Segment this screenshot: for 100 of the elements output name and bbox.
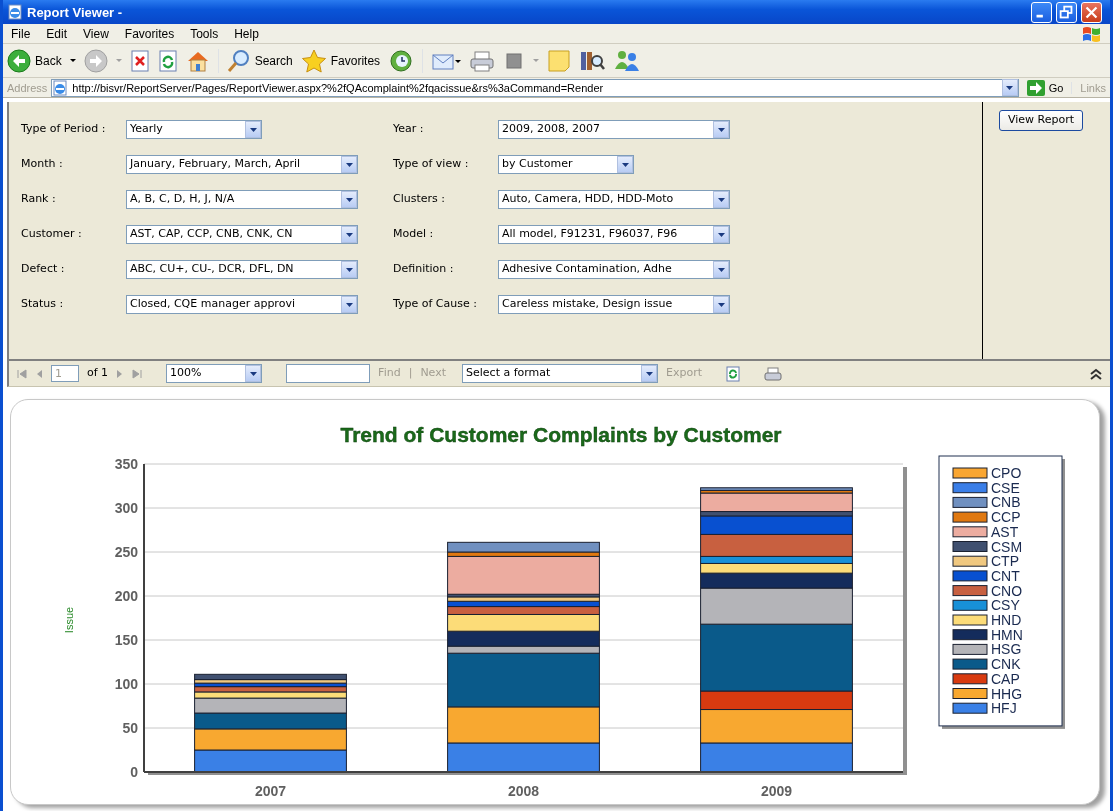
dropdown-field[interactable]: Closed, CQE manager approvi: [126, 295, 358, 314]
go-arrow-icon: [1026, 79, 1045, 96]
axis-label: 150: [114, 632, 138, 648]
legend-label: HSG: [991, 641, 1022, 658]
caret-icon[interactable]: [249, 371, 257, 376]
axis-label: 200: [114, 588, 138, 604]
axis-label: 2009: [760, 783, 793, 799]
legend-label: CPO: [991, 465, 1022, 481]
caret-icon[interactable]: [345, 232, 353, 237]
legend-label: CAP: [991, 670, 1020, 687]
legend-label: CSE: [991, 479, 1020, 496]
caret-icon[interactable]: [69, 59, 76, 62]
address-label: Address: [7, 81, 48, 94]
parameter-label: Type of Cause :: [393, 296, 478, 313]
legend-label: CSM: [991, 538, 1023, 555]
search-button[interactable]: Search: [217, 48, 293, 73]
chart-title: Trend of Customer Complaints by Customer: [340, 423, 782, 446]
page-icon: [52, 79, 69, 96]
caret-icon[interactable]: [345, 302, 353, 307]
printer-icon[interactable]: [469, 49, 496, 72]
menu-item[interactable]: Edit: [46, 26, 68, 41]
legend-label: CCP: [991, 509, 1021, 526]
menu-item[interactable]: File: [11, 26, 31, 41]
dropdown-field[interactable]: Yearly: [126, 120, 262, 139]
dropdown-field[interactable]: January, February, March, April: [126, 155, 358, 174]
parameter-label: Defect :: [21, 261, 66, 278]
search-icon: [226, 48, 251, 73]
refresh-icon[interactable]: [726, 365, 741, 382]
axis-label: 350: [114, 456, 138, 472]
find-field[interactable]: [286, 364, 371, 383]
caret-icon[interactable]: [717, 232, 725, 237]
legend-label: HND: [991, 612, 1022, 628]
windows-logo-icon: [1080, 24, 1102, 43]
dropdown-field[interactable]: ABC, CU+, CU-, DCR, DFL, DN: [126, 260, 358, 279]
caret-icon[interactable]: [717, 127, 725, 132]
legend-label: CNO: [991, 582, 1023, 599]
go-button[interactable]: Go: [1022, 79, 1068, 96]
browser-icon: [7, 4, 23, 20]
people-icon[interactable]: [613, 48, 642, 73]
legend-label: CSY: [991, 597, 1020, 614]
caret-icon[interactable]: [345, 197, 353, 202]
dropdown-field[interactable]: All model, F91231, F96037, F96: [498, 225, 730, 244]
menu-item[interactable]: Favorites: [124, 26, 175, 41]
caret-icon[interactable]: [345, 162, 353, 167]
menu-item[interactable]: Help: [234, 26, 259, 41]
legend-label: AST: [991, 523, 1019, 540]
dropdown-field[interactable]: A, B, C, D, H, J, N/A: [126, 190, 358, 209]
axis-label: 2008: [507, 783, 540, 799]
favorites-button[interactable]: Favorites: [300, 48, 381, 73]
legend-label: CTP: [991, 553, 1019, 570]
legend-label: HMN: [991, 626, 1023, 643]
menu-item[interactable]: Tools: [190, 26, 219, 41]
parameter-label: Type of view :: [393, 156, 470, 173]
menu-item[interactable]: View: [83, 26, 109, 41]
caret-icon[interactable]: [717, 302, 725, 307]
collapse-icon[interactable]: [1090, 367, 1102, 380]
parameter-label: Type of Period :: [21, 121, 107, 138]
caret-icon[interactable]: [621, 162, 629, 167]
parameter-label: Month :: [21, 156, 64, 173]
caret-icon[interactable]: [717, 197, 725, 202]
legend-label: HFJ: [991, 700, 1017, 717]
dropdown-field[interactable]: Adhesive Contamination, Adhe: [498, 260, 730, 279]
window-title: Report Viewer -: [27, 4, 123, 20]
link-separator: |: [408, 365, 413, 382]
page-count: of 1: [87, 365, 109, 382]
caret-icon[interactable]: [345, 267, 353, 272]
printer-icon[interactable]: [764, 366, 783, 381]
close-button[interactable]: [1081, 1, 1102, 23]
dropdown-field[interactable]: AST, CAP, CCP, CNB, CNK, CN: [126, 225, 358, 244]
history-icon[interactable]: [388, 48, 415, 73]
caret-icon[interactable]: [1006, 85, 1014, 90]
caret-icon[interactable]: [249, 127, 257, 132]
caret-icon[interactable]: [645, 371, 653, 376]
parameter-label: Year :: [393, 121, 425, 138]
parameter-label: Clusters :: [393, 191, 446, 208]
dropdown-field[interactable]: by Customer: [498, 155, 634, 174]
address-field[interactable]: http://bisvr/ReportServer/Pages/ReportViewer.aspx?%2fQAcomplaint%2fqacissue&rs%3aCommand=Render: [51, 78, 1019, 97]
dropdown-field[interactable]: Auto, Camera, HDD, HDD-Moto: [498, 190, 730, 209]
zoom-dropdown[interactable]: 100%: [166, 364, 263, 383]
view-report-button[interactable]: View Report: [999, 110, 1084, 131]
dropdown-field[interactable]: Careless mistake, Design issue: [498, 295, 730, 314]
maximize-button[interactable]: [1056, 1, 1077, 23]
axis-label: 0: [130, 764, 138, 780]
format-dropdown[interactable]: Select a format: [462, 364, 658, 383]
caret-icon[interactable]: [717, 267, 725, 272]
axis-label: 2007: [254, 783, 287, 799]
legend-label: CNK: [991, 656, 1021, 673]
parameter-label: Rank :: [21, 191, 57, 208]
axis-title: Issue: [63, 606, 75, 634]
axis-label: 300: [114, 500, 138, 516]
parameter-label: Definition :: [393, 261, 455, 278]
stop-icon[interactable]: [129, 49, 150, 72]
minimize-button[interactable]: [1031, 1, 1052, 23]
legend-label: HHG: [991, 685, 1023, 702]
star-icon: [300, 48, 327, 73]
axis-label: 250: [114, 544, 138, 560]
back-button[interactable]: Back: [7, 48, 62, 73]
dropdown-field[interactable]: 2009, 2008, 2007: [498, 120, 730, 139]
refresh-icon[interactable]: [157, 49, 178, 72]
legend-label: CNB: [991, 494, 1021, 511]
